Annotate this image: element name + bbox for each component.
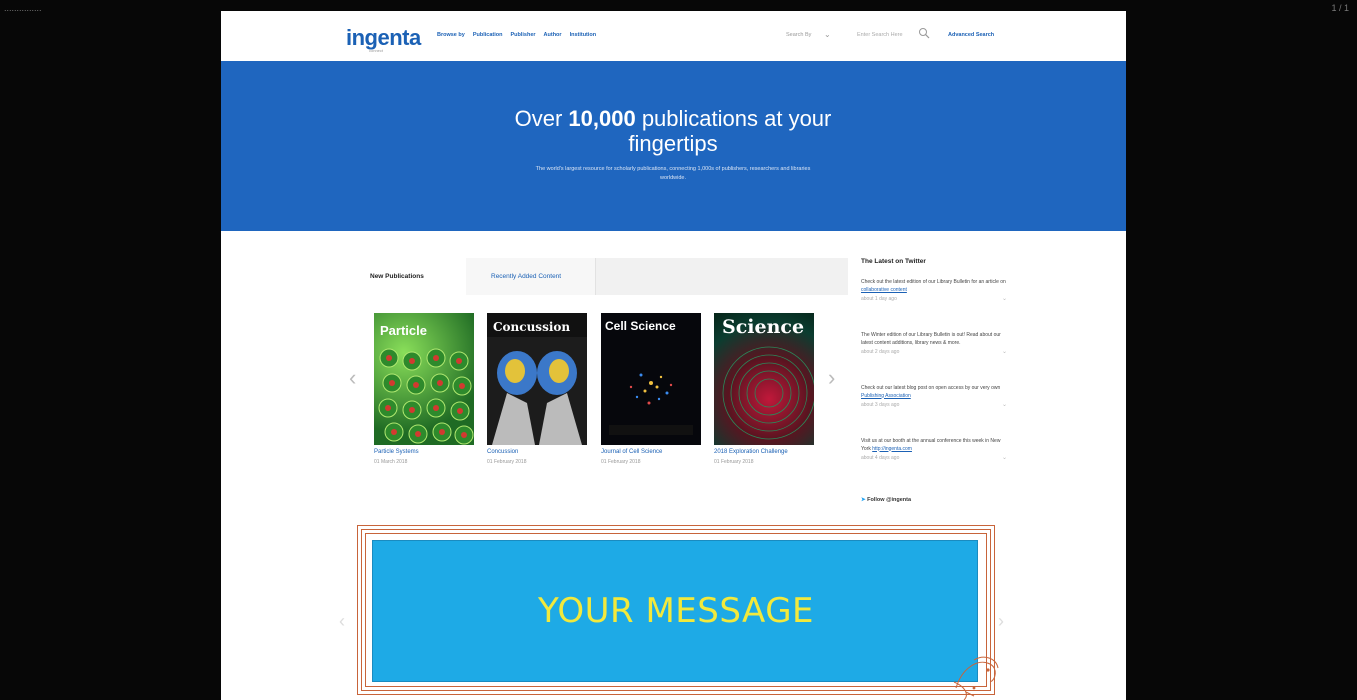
chevron-down-icon[interactable]: ⌄: [1002, 349, 1007, 357]
message-banner: YOUR MESSAGE: [372, 540, 978, 682]
cover-concussion[interactable]: Concussion: [487, 313, 587, 445]
viewer-page-count: 1 / 1: [1331, 3, 1349, 13]
tab-new-publications[interactable]: New Publications: [340, 258, 466, 295]
viewer-title: ...............: [4, 3, 42, 13]
nav-institution[interactable]: Institution: [570, 32, 597, 38]
nav-publisher[interactable]: Publisher: [510, 32, 535, 38]
cover-science[interactable]: Science: [714, 313, 814, 445]
tweet: Check out our latest blog post on open a…: [861, 385, 1007, 410]
cover-title: Cell Science: [605, 319, 676, 333]
tweet: Check out the latest edition of our Libr…: [861, 279, 1007, 304]
tweet-date: about 3 days ago: [861, 402, 900, 408]
chevron-down-icon[interactable]: ⌄: [1002, 296, 1007, 304]
cover-cell-science[interactable]: Cell Science: [601, 313, 701, 445]
search-input[interactable]: Enter Search Here: [857, 32, 903, 38]
hero-title: Over 10,000 publications at your fingert…: [514, 106, 832, 156]
publication-date: 01 February 2018: [714, 459, 754, 465]
tweet-date: about 2 days ago: [861, 349, 900, 355]
second-carousel-next-arrow[interactable]: ›: [998, 611, 1004, 632]
search-by-dropdown[interactable]: Search By: [786, 32, 811, 38]
ingenta-logo[interactable]: ingenta: [346, 25, 421, 51]
carousel-next-arrow[interactable]: ›: [828, 365, 835, 391]
cover-title: Science: [722, 316, 805, 338]
site-header: ingenta connect Browse by Publication Pu…: [221, 11, 1126, 61]
tab-recently-added[interactable]: Recently Added Content: [466, 258, 596, 295]
search-icon[interactable]: [918, 27, 931, 40]
tweet-link[interactable]: http://ingenta.com: [872, 446, 912, 452]
cover-title: Concussion: [493, 320, 571, 334]
publication-link[interactable]: Particle Systems: [374, 449, 419, 455]
twitter-bird-icon: ➤: [861, 497, 866, 503]
publication-date: 01 February 2018: [601, 459, 641, 465]
cover-particle[interactable]: Particle: [374, 313, 474, 445]
chevron-down-icon[interactable]: ⌄: [1002, 455, 1007, 463]
hero-subtitle: The world's largest resource for scholar…: [535, 166, 811, 181]
chevron-down-icon[interactable]: ⌄: [824, 30, 831, 39]
tweet-date: about 1 day ago: [861, 296, 897, 302]
publication-date: 01 March 2018: [374, 459, 408, 465]
tweet: The Winter edition of our Library Bullet…: [861, 332, 1007, 357]
nav-author[interactable]: Author: [544, 32, 562, 38]
advanced-search-link[interactable]: Advanced Search: [948, 32, 994, 38]
message-text: YOUR MESSAGE: [537, 591, 815, 631]
twitter-section-title: The Latest on Twitter: [861, 258, 926, 265]
follow-twitter-button[interactable]: ➤ Follow @ingenta: [861, 497, 911, 503]
tweet-link[interactable]: collaborative content: [861, 287, 907, 293]
logo-subtext: connect: [369, 48, 384, 53]
publication-date: 01 February 2018: [487, 459, 527, 465]
tweet-date: about 4 days ago: [861, 455, 900, 461]
publication-link[interactable]: Journal of Cell Science: [601, 449, 662, 455]
second-carousel-prev-arrow[interactable]: ‹: [339, 611, 345, 632]
publication-tabs: New Publications Recently Added Content: [340, 258, 848, 295]
publication-link[interactable]: Concussion: [487, 449, 518, 455]
main-nav: Browse by Publication Publisher Author I…: [437, 32, 596, 38]
carousel-prev-arrow[interactable]: ‹: [349, 365, 356, 391]
tweet-link[interactable]: Publishing Association: [861, 393, 911, 399]
nav-publication[interactable]: Publication: [473, 32, 503, 38]
hero-banner: Over 10,000 publications at your fingert…: [221, 61, 1126, 231]
tweet: Visit us at our booth at the annual conf…: [861, 438, 1007, 463]
cover-title: Particle: [380, 323, 427, 338]
nav-browse-by[interactable]: Browse by: [437, 32, 465, 38]
chevron-down-icon[interactable]: ⌄: [1002, 402, 1007, 410]
decorative-flourish-icon: [953, 656, 999, 700]
publication-link[interactable]: 2018 Exploration Challenge: [714, 449, 788, 455]
